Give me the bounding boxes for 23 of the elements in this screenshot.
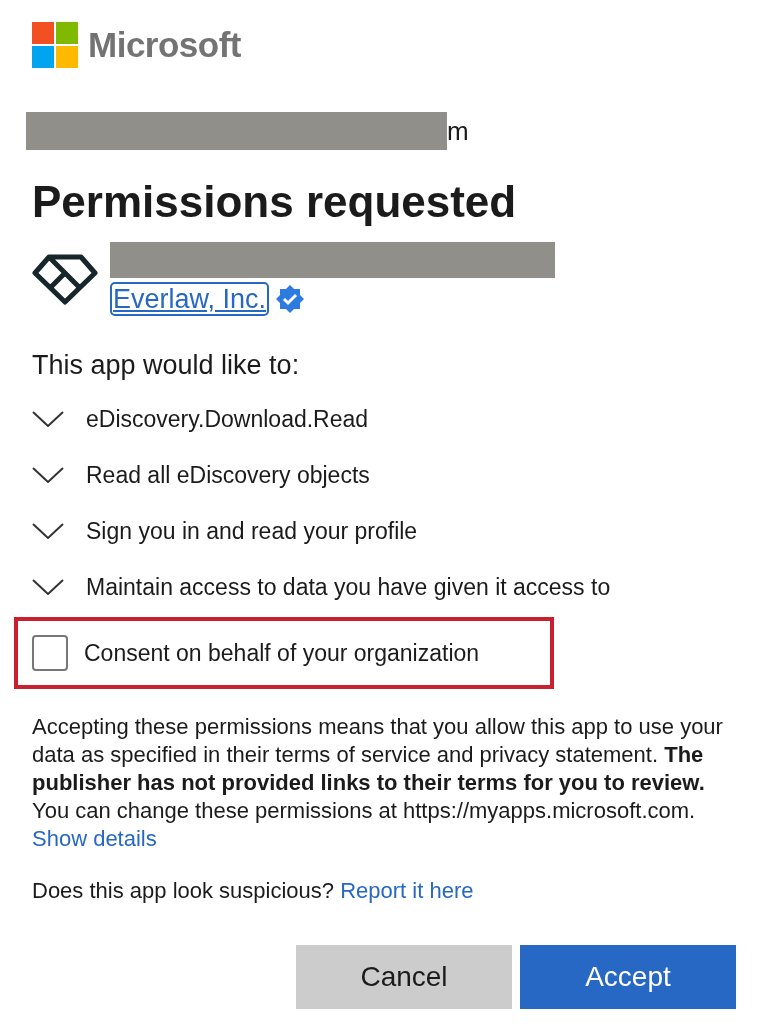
consent-notice: Accepting these permissions means that you allow this app to use your data as specified in their terms of service and privacy statement. The publisher has not provided links to their terms for you to review. You can change these permissions at https://myapps.microsoft.com. Show details (32, 713, 724, 853)
publisher-link[interactable]: Everlaw, Inc. (110, 282, 270, 316)
app-logo-icon (32, 253, 98, 305)
chevron-down-icon (32, 411, 64, 427)
suspicious-text: Does this app look suspicious? Report it here (32, 877, 475, 905)
permission-item[interactable]: eDiscovery.Download.Read (32, 391, 736, 447)
chevron-down-icon (32, 523, 64, 539)
intro-text: This app would like to: (32, 350, 301, 381)
cancel-button[interactable]: Cancel (296, 945, 512, 1009)
chevron-down-icon (32, 467, 64, 483)
account-name: m (447, 115, 469, 147)
permission-item[interactable]: Sign you in and read your profile (32, 503, 736, 559)
permission-item[interactable]: Read all eDiscovery objects (32, 447, 736, 503)
consent-checkbox[interactable] (32, 635, 68, 671)
show-details-link[interactable]: Show details (32, 826, 157, 851)
consent-label: Consent on behalf of your organization (84, 639, 480, 667)
logo-icon (32, 22, 78, 68)
permission-item[interactable]: Maintain access to data you have given it access to (32, 559, 736, 615)
page-title: Permissions requested (32, 176, 518, 228)
report-link[interactable]: Report it here (340, 878, 474, 903)
accept-button[interactable]: Accept (520, 945, 736, 1009)
brand-name: Microsoft (88, 25, 241, 65)
chevron-down-icon (32, 579, 64, 595)
